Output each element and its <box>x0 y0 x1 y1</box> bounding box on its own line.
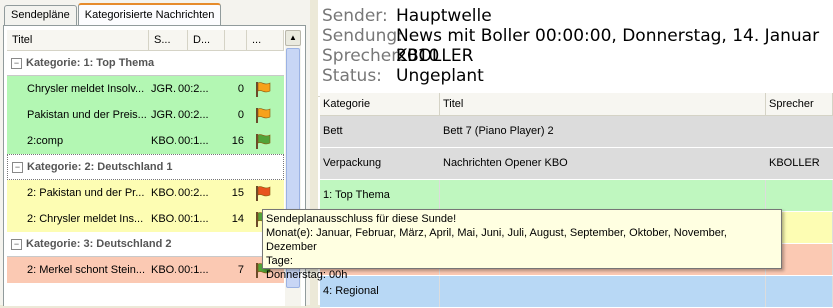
news-row[interactable]: Chrysler meldet Insolv... JGR...00:2... 0 <box>7 76 284 102</box>
tab-kategorisierte-nachrichten[interactable]: Kategorisierte Nachrichten <box>77 3 222 27</box>
flag-cell[interactable] <box>247 128 284 154</box>
sprecher-value: KBOLLER <box>396 46 474 66</box>
broadcast-info: Sender: Hauptwelle Sendung: News mit Bolle… <box>318 0 833 97</box>
sender-value: Hauptwelle <box>396 6 492 26</box>
schedule-kategorie: 1: Top Thema <box>320 180 440 211</box>
news-duration: 00:2... <box>178 109 209 121</box>
flag-cell[interactable] <box>247 180 284 206</box>
news-speaker: KBO... <box>151 187 176 199</box>
tooltip-line: Tage: <box>266 255 293 267</box>
column-header-sprecher[interactable]: Sprecher <box>766 93 833 115</box>
schedule-titel: Bett 7 (Piano Player) 2 <box>440 116 766 147</box>
category-label: Kategorie: 2: Deutschland 1 <box>27 161 173 173</box>
schedule-titel: Nachrichten Opener KBO <box>440 148 766 179</box>
news-speaker: KBO... <box>151 213 176 225</box>
news-title: 2: Chrysler meldet Ins... <box>27 213 144 225</box>
collapse-icon[interactable]: − <box>12 161 23 173</box>
news-count: 0 <box>237 109 244 121</box>
news-count: 0 <box>237 83 244 95</box>
grid-body: − Kategorie: 1: Top Thema Chrysler meldet … <box>7 51 284 283</box>
news-count: 7 <box>237 264 244 276</box>
status-label: Status: <box>322 66 382 86</box>
news-duration: 00:1... <box>178 264 209 276</box>
sendung-value: News mit Boller 00:00:00, Donnerstag, 14… <box>396 26 820 66</box>
status-value: Ungeplant <box>396 66 484 86</box>
news-row[interactable]: 2: Merkel schont Stein... KBO...00:1... 7 <box>7 257 284 283</box>
sender-label: Sender: <box>322 6 388 26</box>
news-speaker: KBO... <box>151 264 176 276</box>
grid-header: Titel S... D... ... <box>7 30 284 51</box>
schedule-sprecher <box>766 180 833 211</box>
column-header-titel[interactable]: Titel <box>440 93 766 115</box>
news-row[interactable]: 2:comp KBO...00:1... 16 <box>7 128 284 154</box>
column-header-count[interactable] <box>225 30 247 50</box>
news-duration: 00:2... <box>178 83 209 95</box>
flag-icon <box>256 108 271 123</box>
column-header-flag[interactable]: ... <box>247 30 284 50</box>
schedule-kategorie: Bett <box>320 116 440 147</box>
schedule-sprecher <box>766 116 833 147</box>
tooltip-line: Donnerstag: 00h <box>266 269 348 281</box>
column-header-dauer[interactable]: D... <box>188 30 225 50</box>
category-label: Kategorie: 1: Top Thema <box>26 57 155 69</box>
news-row[interactable]: 2: Pakistan und der Pr... KBO...00:2... 15 <box>7 180 284 206</box>
news-count: 15 <box>231 187 244 199</box>
tab-panel: Titel S... D... ... − Kategorie: 1: Top T… <box>3 25 306 306</box>
column-header-kategorie[interactable]: Kategorie <box>320 93 440 115</box>
schedule-sprecher: KBOLLER <box>766 148 833 179</box>
news-duration: 00:1... <box>178 135 209 147</box>
news-count: 14 <box>231 213 244 225</box>
column-header-sprecher[interactable]: S... <box>149 30 188 50</box>
schedule-row[interactable]: Bett Bett 7 (Piano Player) 2 <box>320 116 833 148</box>
schedule-titel <box>440 180 766 211</box>
category-label: Kategorie: 3: Deutschland 2 <box>26 238 172 250</box>
sendung-label: Sendung: <box>322 26 403 46</box>
news-row[interactable]: Pakistan und der Preis... JGR...00:2... 0 <box>7 102 284 128</box>
category-header[interactable]: − Kategorie: 1: Top Thema <box>7 51 284 76</box>
tooltip: Sendeplanausschluss für diese Sunde! Mon… <box>262 209 782 281</box>
collapse-icon[interactable]: − <box>11 238 22 250</box>
schedule-row[interactable]: Verpackung Nachrichten Opener KBO KBOLLER <box>320 148 833 180</box>
flag-icon <box>256 186 271 201</box>
tooltip-line: Sendeplanausschluss für diese Sunde! <box>266 213 457 225</box>
news-speaker: KBO... <box>151 135 176 147</box>
schedule-kategorie: Verpackung <box>320 148 440 179</box>
news-title: 2:comp <box>27 135 64 147</box>
news-speaker: JGR... <box>151 109 176 121</box>
schedule-row[interactable]: 1: Top Thema <box>320 180 833 212</box>
flag-icon <box>256 82 271 97</box>
tab-sendeplaene[interactable]: Sendepläne <box>4 5 77 25</box>
news-grid: Titel S... D... ... − Kategorie: 1: Top T… <box>7 30 284 306</box>
news-duration: 00:2... <box>178 187 209 199</box>
column-header-titel[interactable]: Titel <box>7 30 149 50</box>
news-title: Pakistan und der Preis... <box>27 109 147 121</box>
news-title: 2: Pakistan und der Pr... <box>27 187 145 199</box>
news-speaker: JGR... <box>151 83 176 95</box>
flag-icon <box>256 134 271 149</box>
news-title: 2: Merkel schont Stein... <box>27 264 145 276</box>
flag-cell[interactable] <box>247 102 284 128</box>
schedule-table-header: Kategorie Titel Sprecher <box>320 93 833 116</box>
tooltip-line: Monat(e): Januar, Februar, März, April, … <box>266 227 727 253</box>
tab-bar: Sendepläne Kategorisierte Nachrichten <box>4 3 222 27</box>
news-row[interactable]: 2: Chrysler meldet Ins... KBO...00:1... 14 <box>7 206 284 232</box>
news-count: 16 <box>231 135 244 147</box>
news-duration: 00:1... <box>178 213 209 225</box>
category-header[interactable]: − Kategorie: 2: Deutschland 1 <box>7 154 284 180</box>
flag-cell[interactable] <box>247 76 284 102</box>
news-title: Chrysler meldet Insolv... <box>27 83 145 95</box>
sprecher-label: Sprecher: <box>322 46 404 66</box>
collapse-icon[interactable]: − <box>11 57 22 69</box>
scroll-up-button[interactable]: ▲ <box>285 30 301 46</box>
category-header[interactable]: − Kategorie: 3: Deutschland 2 <box>7 232 284 257</box>
